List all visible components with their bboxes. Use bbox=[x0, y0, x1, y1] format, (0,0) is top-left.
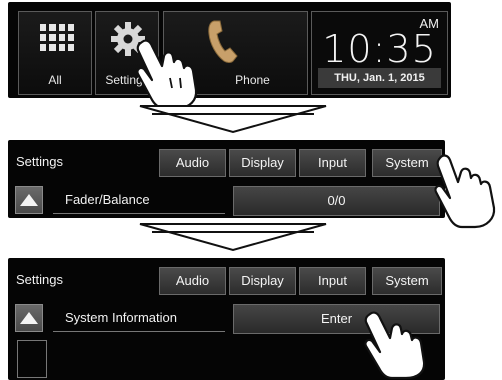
settings-panel-fader: Settings Audio Display Input System Fade… bbox=[8, 140, 445, 218]
down-arrow-icon bbox=[139, 105, 327, 134]
fader-balance-value-button[interactable]: 0/0 bbox=[233, 186, 440, 216]
clock-date: THU, Jan. 1, 2015 bbox=[318, 68, 441, 88]
all-apps-label: All bbox=[48, 73, 62, 87]
scroll-up-button[interactable] bbox=[15, 186, 43, 214]
clock-widget[interactable]: AM 10:35 THU, Jan. 1, 2015 bbox=[311, 11, 448, 95]
home-screen: All Settings Phone AM 10:35 THU, Jan. 1,… bbox=[8, 2, 451, 98]
tap-hand-icon bbox=[364, 311, 426, 380]
tap-hand-icon bbox=[434, 154, 496, 229]
tab-display[interactable]: Display bbox=[229, 149, 296, 177]
tab-display[interactable]: Display bbox=[229, 267, 296, 295]
tab-input[interactable]: Input bbox=[299, 267, 366, 295]
clock-time: 10:35 bbox=[322, 27, 437, 71]
system-information-label: System Information bbox=[53, 304, 225, 332]
tab-input[interactable]: Input bbox=[299, 149, 366, 177]
up-triangle-icon bbox=[20, 194, 38, 206]
tab-audio[interactable]: Audio bbox=[159, 267, 226, 295]
tab-audio[interactable]: Audio bbox=[159, 149, 226, 177]
scrollbar-track[interactable] bbox=[17, 340, 47, 378]
settings-title: Settings bbox=[16, 272, 63, 287]
grid-icon bbox=[40, 24, 74, 51]
scroll-up-button[interactable] bbox=[15, 304, 43, 332]
all-apps-tile[interactable]: All bbox=[18, 11, 92, 95]
phone-label: Phone bbox=[235, 73, 270, 87]
fader-balance-label: Fader/Balance bbox=[53, 186, 225, 214]
tab-system[interactable]: System bbox=[372, 267, 442, 295]
down-arrow-icon bbox=[139, 223, 327, 252]
settings-title: Settings bbox=[16, 154, 63, 169]
up-triangle-icon bbox=[20, 312, 38, 324]
tap-hand-icon bbox=[136, 39, 198, 110]
